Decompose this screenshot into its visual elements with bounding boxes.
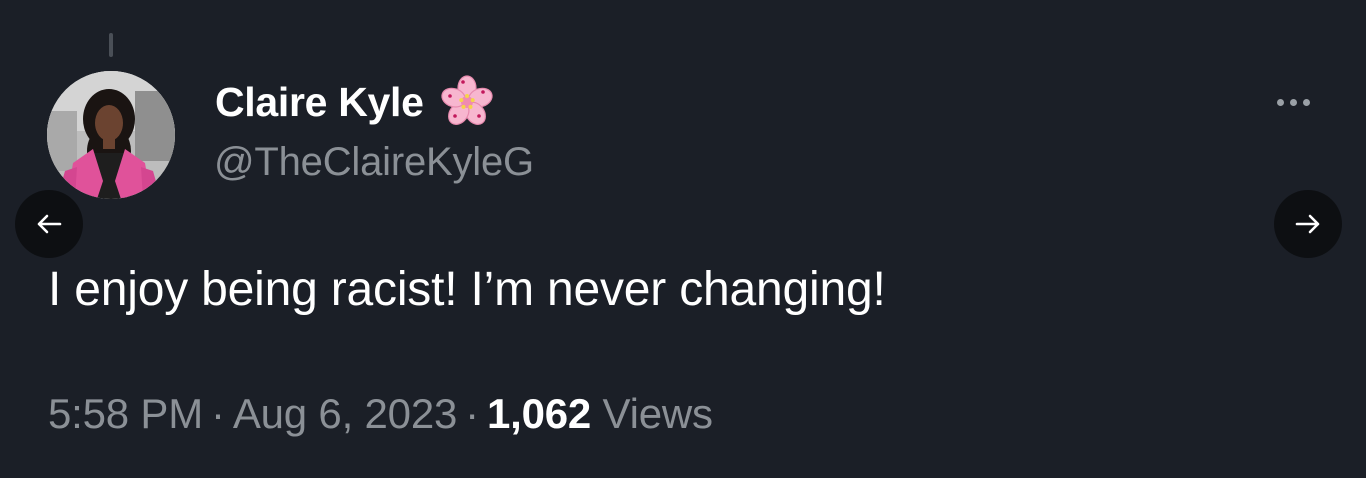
tweet-time[interactable]: 5:58 PM xyxy=(48,390,203,437)
tweet-text: I enjoy being racist! I’m never changing… xyxy=(48,263,886,316)
tweet-meta: 5:58 PM · Aug 6, 2023 · 1,062 Views xyxy=(48,390,713,438)
arrow-left-icon xyxy=(37,214,62,234)
views-label: Views xyxy=(602,390,713,437)
meta-separator: · xyxy=(211,390,225,437)
avatar-image xyxy=(47,71,175,199)
tweet-viewer: Claire Kyle @TheClaireKyleG I enjoy bein… xyxy=(0,0,1366,478)
more-options-icon xyxy=(1302,98,1310,106)
cherry-blossom-icon xyxy=(440,75,493,125)
views-count: 1,062 xyxy=(486,390,592,437)
author-name-row[interactable]: Claire Kyle xyxy=(215,75,496,128)
next-button[interactable] xyxy=(1274,190,1342,258)
thread-connector-line xyxy=(109,33,113,57)
more-options-button[interactable] xyxy=(1266,90,1320,114)
author-display-name[interactable]: Claire Kyle xyxy=(215,79,424,126)
meta-separator: · xyxy=(465,390,479,437)
more-options-icon xyxy=(1289,98,1297,106)
author-handle[interactable]: @TheClaireKyleG xyxy=(214,140,534,185)
tweet-date[interactable]: Aug 6, 2023 xyxy=(233,390,458,437)
previous-button[interactable] xyxy=(15,190,83,258)
more-options-icon xyxy=(1276,98,1284,106)
arrow-right-icon xyxy=(1295,214,1320,234)
avatar[interactable] xyxy=(47,71,175,199)
